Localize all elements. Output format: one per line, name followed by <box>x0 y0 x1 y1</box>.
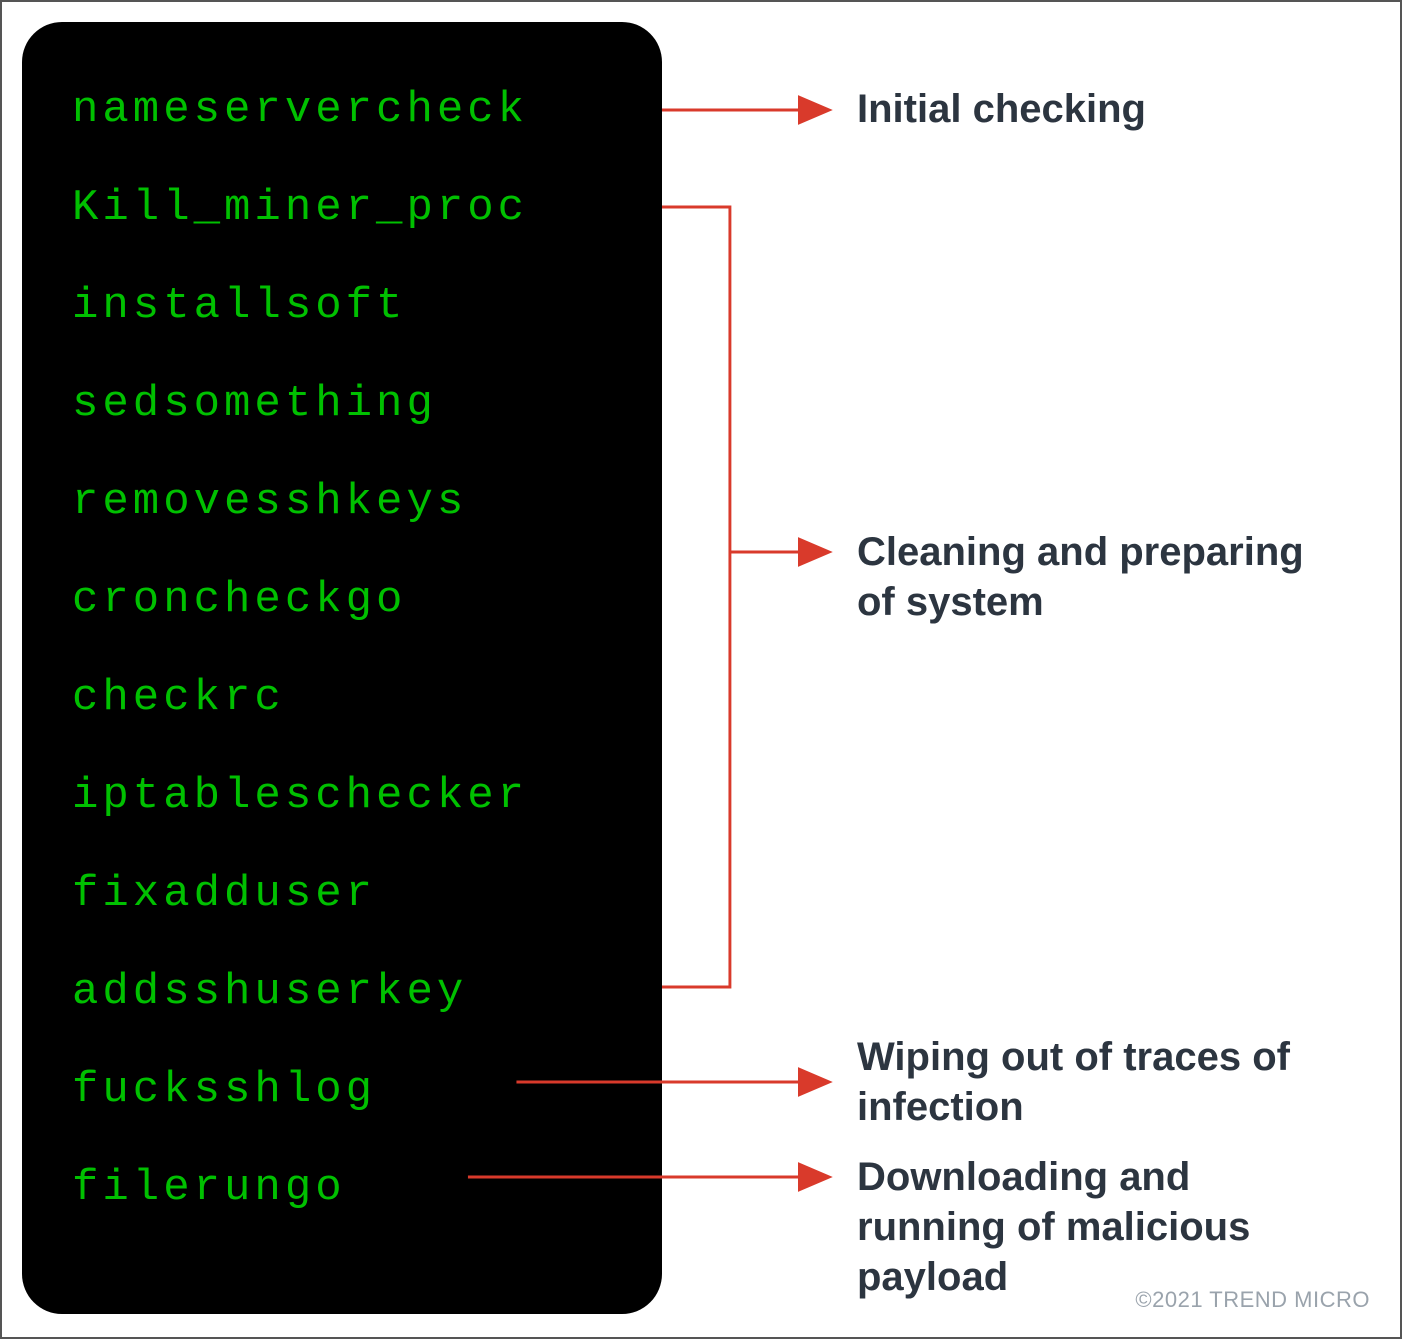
annotation-downloading: Downloading and running of malicious pay… <box>857 1152 1337 1302</box>
terminal-line: sedsomething <box>72 382 632 426</box>
annotations-panel: Initial checking Cleaning and preparing … <box>662 22 1380 1222</box>
terminal-line: addsshuserkey <box>72 970 632 1014</box>
terminal-line: installsoft <box>72 284 632 328</box>
annotation-wiping: Wiping out of traces of infection <box>857 1032 1337 1132</box>
terminal-line: filerungo <box>72 1166 632 1210</box>
terminal-panel: nameservercheck Kill_miner_proc installs… <box>22 22 662 1314</box>
terminal-line: fixadduser <box>72 872 632 916</box>
copyright-text: ©2021 TREND MICRO <box>1135 1287 1370 1313</box>
terminal-line: iptableschecker <box>72 774 632 818</box>
terminal-line: Kill_miner_proc <box>72 186 632 230</box>
diagram-frame: nameservercheck Kill_miner_proc installs… <box>0 0 1402 1339</box>
terminal-line: checkrc <box>72 676 632 720</box>
annotation-cleaning: Cleaning and preparing of system <box>857 527 1337 627</box>
terminal-line: fucksshlog <box>72 1068 632 1112</box>
terminal-line: removesshkeys <box>72 480 632 524</box>
diagram-content: nameservercheck Kill_miner_proc installs… <box>22 22 1380 1314</box>
terminal-line: croncheckgo <box>72 578 632 622</box>
annotation-initial: Initial checking <box>857 84 1146 134</box>
terminal-line: nameservercheck <box>72 88 632 132</box>
